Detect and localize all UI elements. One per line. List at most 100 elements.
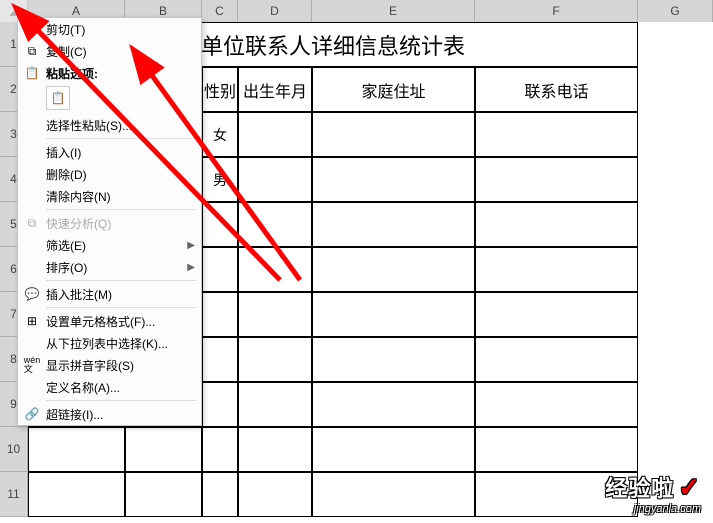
cell-d11[interactable]	[238, 472, 312, 517]
cell-a11[interactable]	[28, 472, 125, 517]
menu-pinyin-label: 显示拼音字段(S)	[46, 357, 195, 374]
cell-b11[interactable]	[125, 472, 202, 517]
menu-paste-special[interactable]: 选择性粘贴(S)...	[18, 114, 201, 136]
watermark-text: 经验啦	[605, 471, 674, 503]
menu-format-label: 设置单元格格式(F)...	[46, 313, 195, 330]
menu-separator	[46, 400, 197, 401]
cell-c11[interactable]	[202, 472, 238, 517]
menu-comment-label: 插入批注(M)	[46, 286, 195, 303]
menu-cut[interactable]: ✂ 剪切(T)	[18, 18, 201, 40]
cell-f10[interactable]	[475, 427, 638, 472]
menu-delete-label: 删除(D)	[46, 166, 195, 183]
menu-clear[interactable]: 清除内容(N)	[18, 185, 201, 207]
col-header-c[interactable]: C	[202, 0, 238, 22]
copy-icon: ⧉	[22, 43, 42, 59]
menu-paste-options-header: 📋 粘贴选项:	[18, 62, 201, 84]
cell-d5[interactable]	[238, 202, 312, 247]
menu-quick-label: 快速分析(Q)	[46, 215, 195, 232]
menu-separator	[46, 209, 197, 210]
menu-delete[interactable]: 删除(D)	[18, 163, 201, 185]
cell-c7[interactable]	[202, 292, 238, 337]
cell-e7[interactable]	[312, 292, 475, 337]
menu-separator	[46, 138, 197, 139]
cell-c2[interactable]: 性别	[202, 67, 238, 112]
menu-paste-label: 粘贴选项:	[46, 65, 195, 82]
menu-format-cells[interactable]: ⊞ 设置单元格格式(F)...	[18, 310, 201, 332]
menu-separator	[46, 280, 197, 281]
menu-clear-label: 清除内容(N)	[46, 188, 195, 205]
col-header-f[interactable]: F	[475, 0, 638, 22]
menu-sort-label: 排序(O)	[46, 259, 187, 276]
cell-d7[interactable]	[238, 292, 312, 337]
col-header-d[interactable]: D	[238, 0, 312, 22]
menu-filter[interactable]: 筛选(E) ▶	[18, 234, 201, 256]
cell-c8[interactable]	[202, 337, 238, 382]
cell-f4[interactable]	[475, 157, 638, 202]
cell-f2[interactable]: 联系电话	[475, 67, 638, 112]
cell-f7[interactable]	[475, 292, 638, 337]
menu-copy[interactable]: ⧉ 复制(C)	[18, 40, 201, 62]
cell-d10[interactable]	[238, 427, 312, 472]
watermark: 经验啦 ✓ jingyanla.com	[605, 471, 701, 515]
cell-d8[interactable]	[238, 337, 312, 382]
menu-define-label: 定义名称(A)...	[46, 379, 195, 396]
paste-icon: 📋	[22, 65, 42, 81]
cell-f6[interactable]	[475, 247, 638, 292]
row-header-10[interactable]: 10	[0, 427, 28, 472]
comment-icon: 💬	[22, 286, 42, 302]
menu-dropdown-label: 从下拉列表中选择(K)...	[46, 335, 195, 352]
menu-insert-comment[interactable]: 💬 插入批注(M)	[18, 283, 201, 305]
hyperlink-icon: 🔗	[22, 406, 42, 422]
check-icon: ✓	[678, 472, 701, 503]
cell-e6[interactable]	[312, 247, 475, 292]
cell-f9[interactable]	[475, 382, 638, 427]
menu-quick-analysis: ⧉ 快速分析(Q)	[18, 212, 201, 234]
menu-filter-label: 筛选(E)	[46, 237, 187, 254]
cell-d3[interactable]	[238, 112, 312, 157]
cell-c4[interactable]: 男	[202, 157, 238, 202]
menu-dropdown-list[interactable]: 从下拉列表中选择(K)...	[18, 332, 201, 354]
cell-d4[interactable]	[238, 157, 312, 202]
cell-c10[interactable]	[202, 427, 238, 472]
cell-d9[interactable]	[238, 382, 312, 427]
cell-c9[interactable]	[202, 382, 238, 427]
cell-e9[interactable]	[312, 382, 475, 427]
col-header-g[interactable]: G	[638, 0, 713, 22]
scissors-icon: ✂	[22, 21, 42, 37]
cell-e3[interactable]	[312, 112, 475, 157]
clipboard-icon: 📋	[51, 91, 66, 105]
cell-c6[interactable]	[202, 247, 238, 292]
cell-a10[interactable]	[28, 427, 125, 472]
cell-d2[interactable]: 出生年月	[238, 67, 312, 112]
quick-analysis-icon: ⧉	[22, 215, 42, 231]
cell-e2[interactable]: 家庭住址	[312, 67, 475, 112]
cell-d6[interactable]	[238, 247, 312, 292]
cell-e8[interactable]	[312, 337, 475, 382]
cell-f8[interactable]	[475, 337, 638, 382]
format-icon: ⊞	[22, 313, 42, 329]
menu-hyperlink-label: 超链接(I)...	[46, 406, 195, 423]
col-header-e[interactable]: E	[312, 0, 475, 22]
row-header-11[interactable]: 11	[0, 472, 28, 517]
cell-f3[interactable]	[475, 112, 638, 157]
context-menu: ✂ 剪切(T) ⧉ 复制(C) 📋 粘贴选项: 📋 选择性粘贴(S)... 插入…	[17, 17, 202, 426]
menu-hyperlink[interactable]: 🔗 超链接(I)...	[18, 403, 201, 425]
menu-show-pinyin[interactable]: wén文 显示拼音字段(S)	[18, 354, 201, 376]
cell-e4[interactable]	[312, 157, 475, 202]
menu-sort[interactable]: 排序(O) ▶	[18, 256, 201, 278]
cell-b10[interactable]	[125, 427, 202, 472]
cell-e11[interactable]	[312, 472, 475, 517]
cell-c3[interactable]: 女	[202, 112, 238, 157]
chevron-right-icon: ▶	[187, 240, 195, 251]
cell-f5[interactable]	[475, 202, 638, 247]
menu-define-name[interactable]: 定义名称(A)...	[18, 376, 201, 398]
cell-e10[interactable]	[312, 427, 475, 472]
watermark-url: jingyanla.com	[605, 503, 701, 515]
paste-option-default[interactable]: 📋	[46, 86, 70, 110]
menu-copy-label: 复制(C)	[46, 43, 195, 60]
cell-e5[interactable]	[312, 202, 475, 247]
menu-separator	[46, 307, 197, 308]
cell-c5[interactable]	[202, 202, 238, 247]
menu-insert-label: 插入(I)	[46, 144, 195, 161]
menu-insert[interactable]: 插入(I)	[18, 141, 201, 163]
